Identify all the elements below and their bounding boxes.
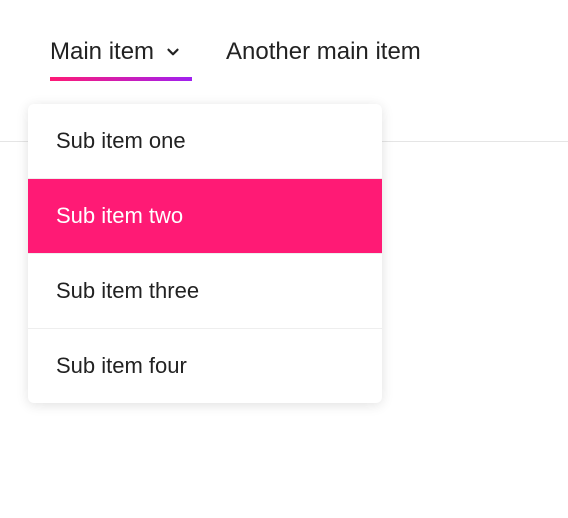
dropdown-item-label: Sub item three <box>56 278 199 303</box>
nav-item-main[interactable]: Main item <box>50 38 182 80</box>
nav-item-label: Another main item <box>226 38 421 66</box>
dropdown-item-four[interactable]: Sub item four <box>28 329 382 403</box>
dropdown-item-three[interactable]: Sub item three <box>28 254 382 329</box>
dropdown-item-two[interactable]: Sub item two <box>28 179 382 254</box>
dropdown-item-label: Sub item four <box>56 353 187 378</box>
dropdown-item-one[interactable]: Sub item one <box>28 104 382 179</box>
dropdown-menu: Sub item one Sub item two Sub item three… <box>28 104 382 403</box>
nav-item-another[interactable]: Another main item <box>226 38 421 80</box>
chevron-down-icon <box>164 43 182 61</box>
nav-item-label: Main item <box>50 38 154 66</box>
dropdown-item-label: Sub item one <box>56 128 186 153</box>
dropdown-item-label: Sub item two <box>56 203 183 228</box>
